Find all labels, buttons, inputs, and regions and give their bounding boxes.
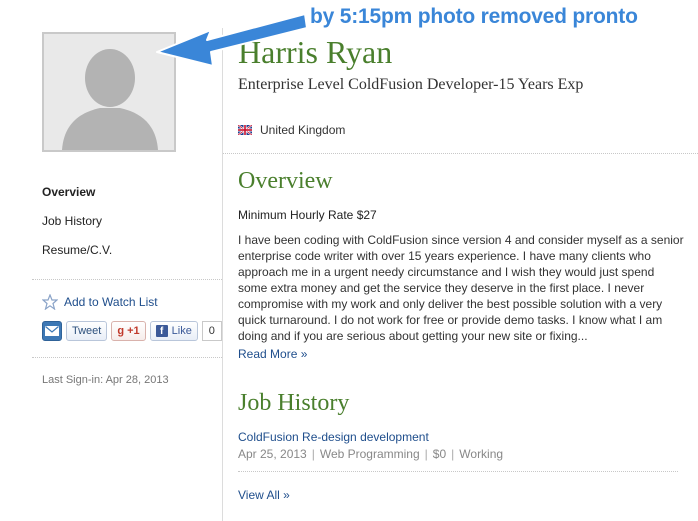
job-category: Web Programming [319,447,420,461]
overview-description: I have been coding with ColdFusion since… [238,233,684,343]
email-share-button[interactable] [42,321,62,341]
view-all-link[interactable]: View All » [238,488,290,502]
overview-heading: Overview [238,168,333,194]
separator: | [451,447,455,461]
column-divider [222,28,223,521]
annotation-arrow-icon [156,13,308,67]
mail-icon [45,326,59,336]
location-label: United Kingdom [260,123,346,137]
annotation-text: by 5:15pm photo removed pronto [310,5,638,28]
job-meta: Apr 25, 2013 | Web Programming | $0 | Wo… [238,447,503,461]
profile-location: United Kingdom [238,123,345,137]
sidebar-item-overview[interactable]: Overview [42,185,95,199]
job-amount: $0 [432,447,447,461]
divider [32,279,222,280]
facebook-like-button[interactable]: f Like [149,321,198,341]
watch-list-label: Add to Watch List [64,295,158,309]
google-plus-label: +1 [127,325,140,337]
sidebar-item-job-history[interactable]: Job History [42,214,102,228]
google-plus-icon: g [117,325,125,337]
divider [238,471,678,472]
add-to-watch-list-link[interactable]: Add to Watch List [42,294,158,310]
divider [32,357,222,358]
google-plus-button[interactable]: g +1 [111,321,146,341]
last-signin-text: Last Sign-in: Apr 28, 2013 [42,374,169,386]
job-history-heading: Job History [238,390,350,416]
separator: | [311,447,315,461]
separator: | [424,447,428,461]
like-count: 0 [201,321,222,341]
tweet-button[interactable]: Tweet [66,321,108,341]
uk-flag-icon [238,125,252,135]
read-more-link[interactable]: Read More » [238,347,307,361]
minimum-hourly-rate: Minimum Hourly Rate $27 [238,208,377,222]
job-title-link[interactable]: ColdFusion Re-design development [238,430,429,444]
star-icon [42,294,58,310]
job-status: Working [459,447,504,461]
social-share-bar: Tweet g +1 f Like 0 [42,321,222,341]
sidebar: Overview Job History Resume/C.V. Add to … [0,0,222,521]
like-label: Like [171,325,192,337]
sidebar-item-resume[interactable]: Resume/C.V. [42,243,112,257]
profile-title: Enterprise Level ColdFusion Developer-15… [238,76,584,93]
facebook-icon: f [155,325,168,337]
divider [223,153,698,154]
job-date: Apr 25, 2013 [238,447,307,461]
